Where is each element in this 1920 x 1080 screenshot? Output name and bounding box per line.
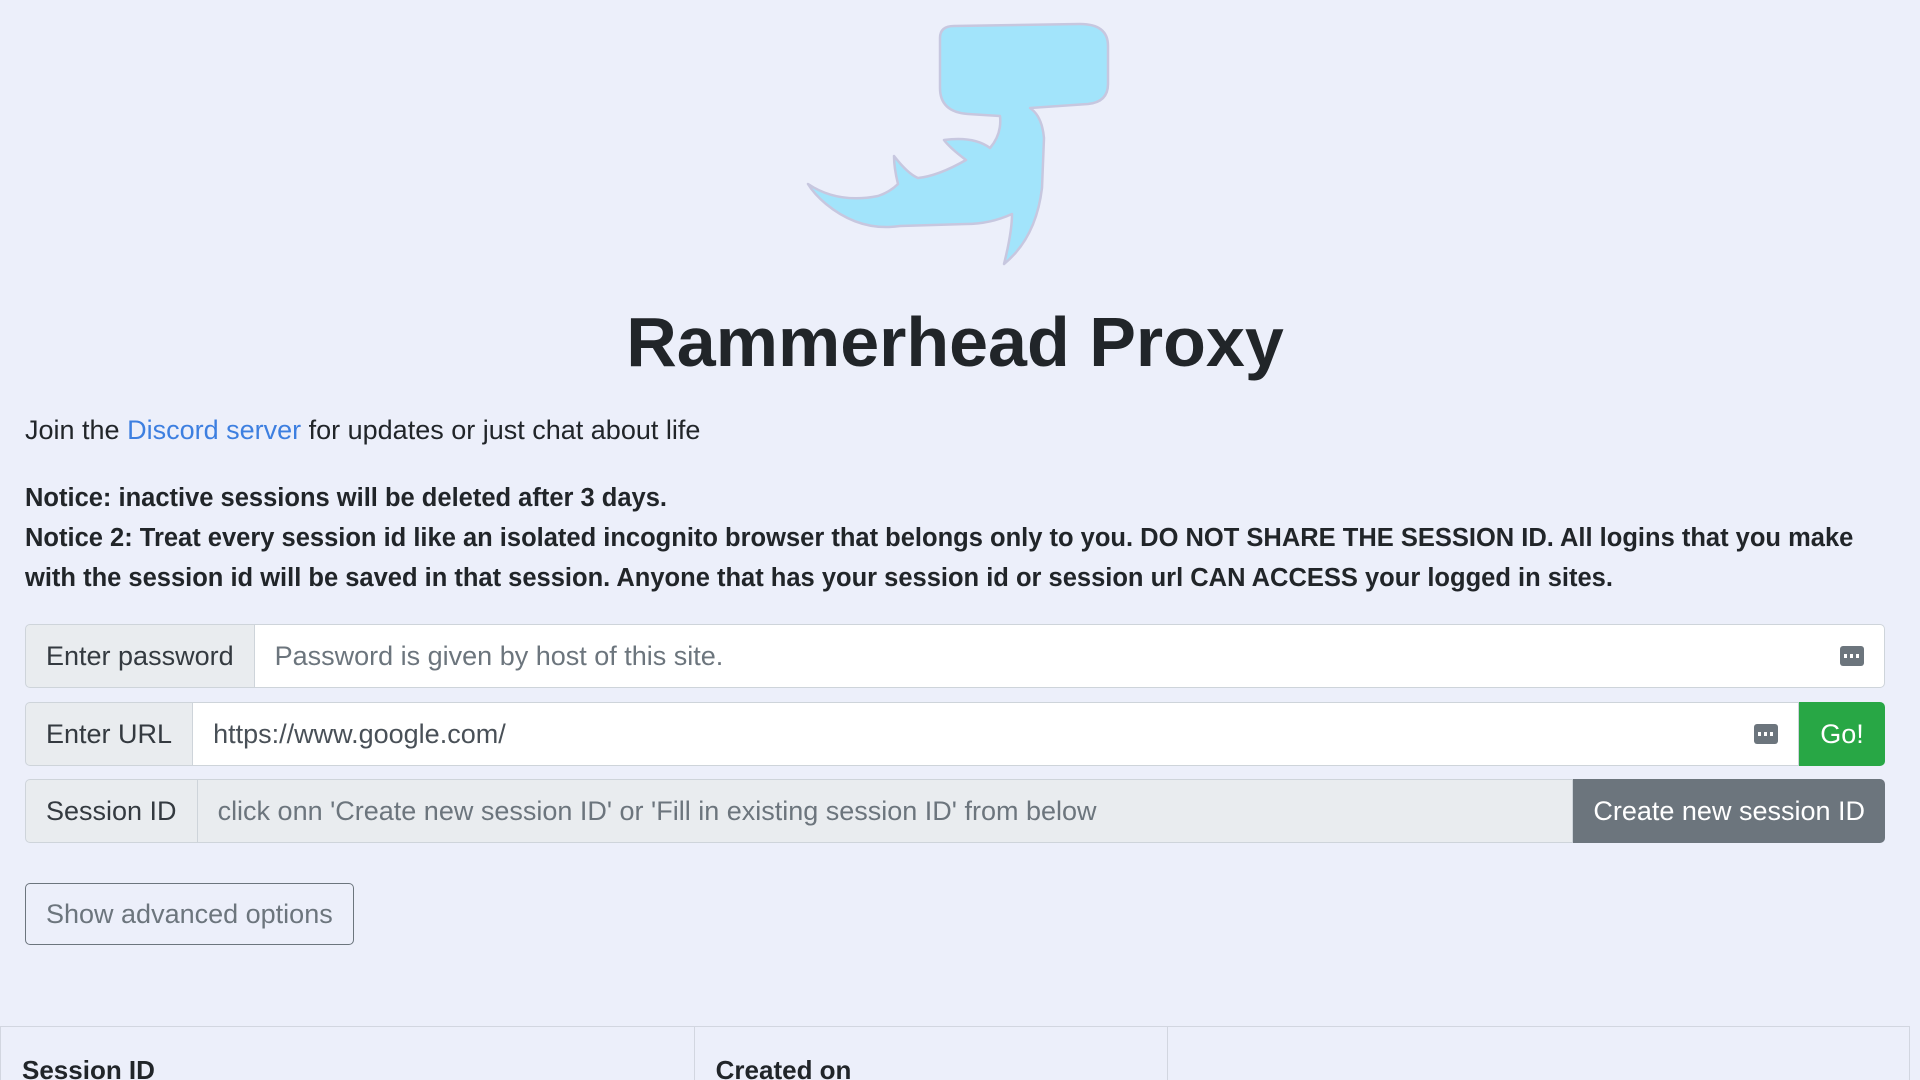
- session-group: Session ID Create new session ID: [25, 779, 1885, 843]
- discord-server-link[interactable]: Discord server: [127, 415, 301, 445]
- url-group: Enter URL Go!: [25, 702, 1885, 766]
- notices: Notice: inactive sessions will be delete…: [25, 478, 1895, 598]
- discord-line: Join the Discord server for updates or j…: [25, 413, 700, 447]
- password-label: Enter password: [25, 624, 255, 688]
- password-manager-icon[interactable]: [1754, 724, 1778, 744]
- column-header-session-id: Session ID: [0, 1026, 695, 1080]
- url-label: Enter URL: [25, 702, 194, 766]
- show-advanced-options-button[interactable]: Show advanced options: [25, 883, 354, 945]
- password-manager-icon[interactable]: [1840, 646, 1864, 666]
- password-input[interactable]: [274, 640, 1830, 672]
- password-field-wrap: [254, 624, 1885, 688]
- sessions-table: Session ID Created on: [0, 1026, 1910, 1080]
- column-header-created-on: Created on: [693, 1026, 1169, 1080]
- session-field-wrap: [197, 779, 1574, 843]
- discord-suffix: for updates or just chat about life: [301, 415, 701, 445]
- url-field-wrap: [193, 702, 1799, 766]
- discord-prefix: Join the: [25, 415, 128, 445]
- password-group: Enter password: [25, 624, 1885, 688]
- notice-1: Notice: inactive sessions will be delete…: [25, 484, 667, 512]
- table-header-row: Session ID Created on: [0, 1026, 1910, 1080]
- notice-2: Notice 2: Treat every session id like an…: [25, 524, 1854, 592]
- session-id-input[interactable]: [217, 795, 1553, 827]
- column-header-actions: [1167, 1026, 1910, 1080]
- page-title: Rammerhead Proxy: [626, 303, 1284, 381]
- go-button[interactable]: Go!: [1799, 702, 1885, 766]
- url-input[interactable]: [213, 718, 1744, 750]
- hammerhead-shark-logo: [806, 22, 1110, 266]
- session-label: Session ID: [25, 779, 198, 843]
- page: Rammerhead Proxy Join the Discord server…: [0, 0, 1920, 1080]
- create-session-button[interactable]: Create new session ID: [1573, 779, 1885, 843]
